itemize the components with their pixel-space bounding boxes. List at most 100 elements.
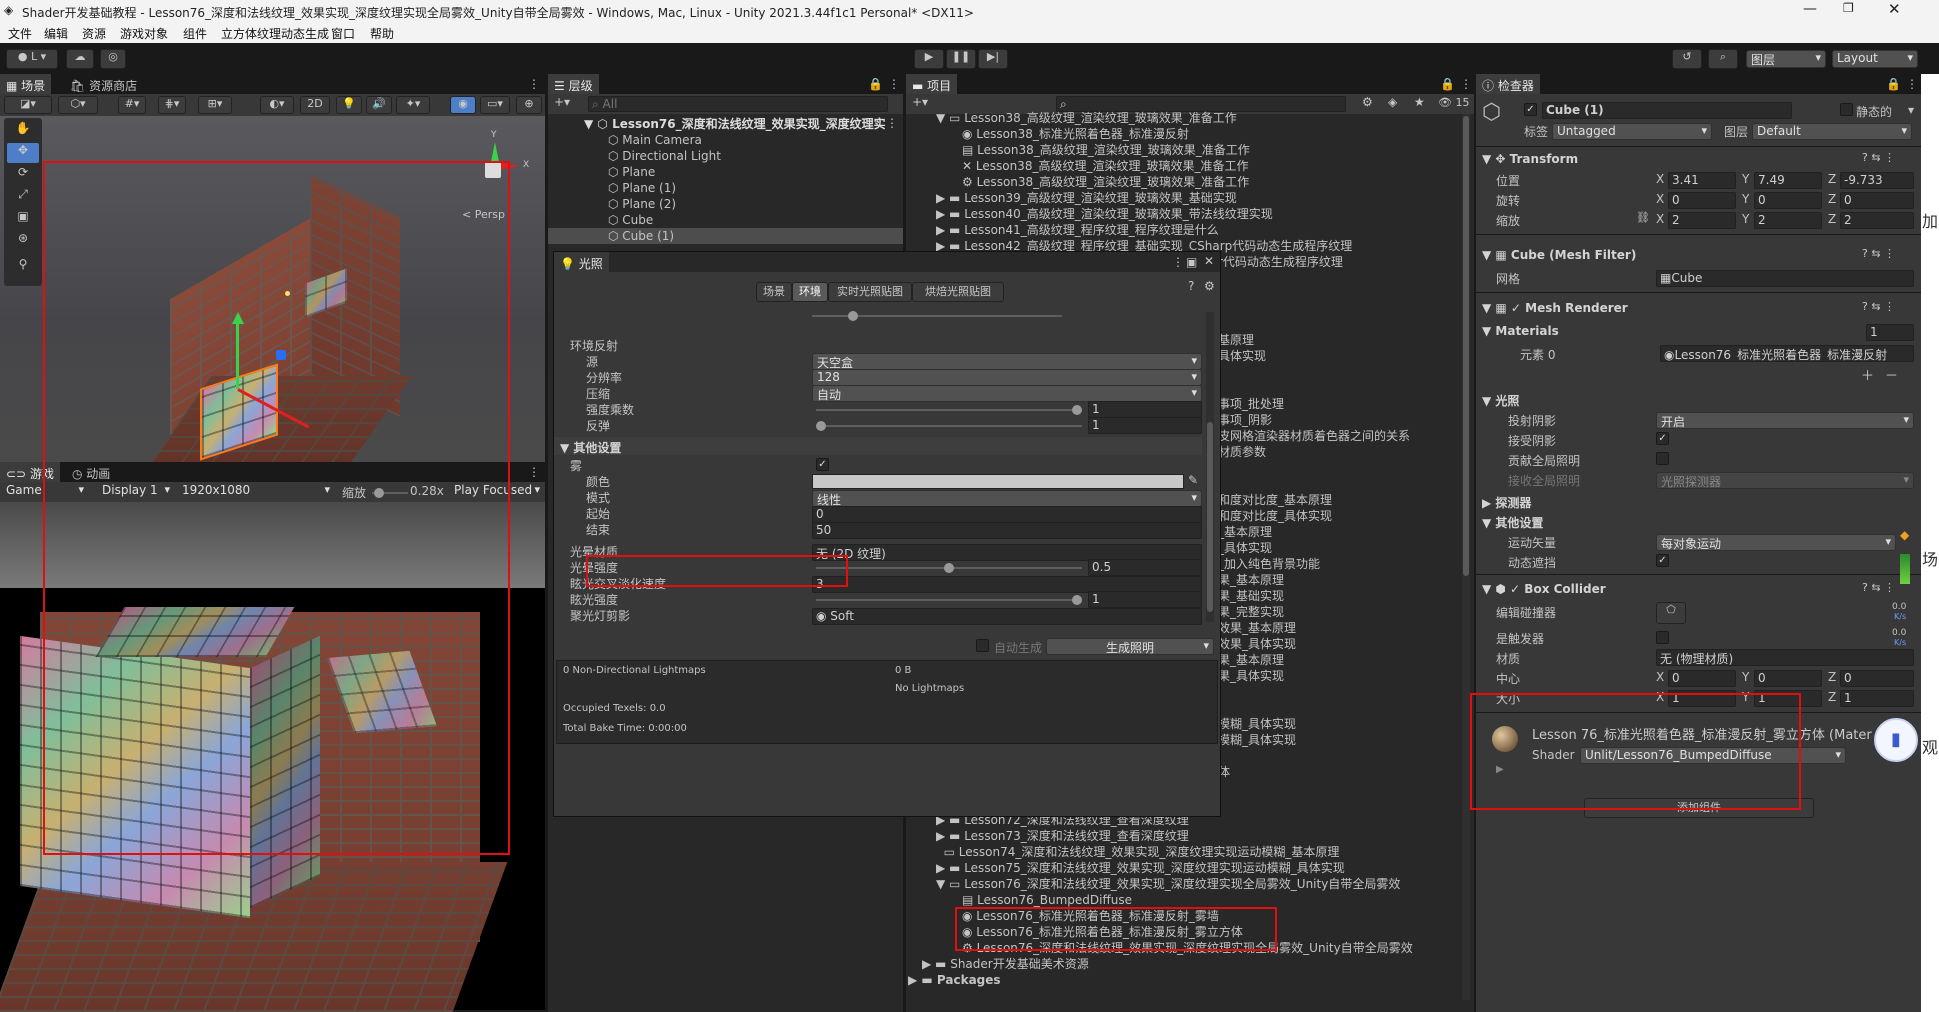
- tab-asset-store[interactable]: 🛍 资源商店: [64, 74, 143, 94]
- lighting-scrollbar-thumb[interactable]: [1207, 422, 1213, 612]
- close-icon[interactable]: ✕: [1888, 0, 1901, 18]
- project-folder[interactable]: 效果_具体实现: [1218, 636, 1296, 652]
- hierarchy-item[interactable]: ⬡ Plane (2): [608, 196, 676, 212]
- project-folder[interactable]: 果_基本原理: [1218, 572, 1284, 588]
- help-icon[interactable]: ?: [1188, 279, 1194, 293]
- rect-tool-icon[interactable]: ▣: [7, 209, 39, 229]
- mode-2d-button[interactable]: 2D: [300, 96, 330, 114]
- lighting-header[interactable]: ▼ 光照: [1482, 392, 1519, 409]
- cast-shadows-dropdown[interactable]: 开启: [1656, 412, 1914, 429]
- account-button[interactable]: ● L ▾: [6, 49, 58, 69]
- project-item[interactable]: ▤ Lesson76_BumpedDiffuse: [962, 892, 1132, 908]
- hierarchy-scene-root[interactable]: ▼ ⬡ Lesson76_深度和法线纹理_效果实现_深度纹理实: [584, 116, 886, 132]
- transform-header[interactable]: ▼ ✥ Transform: [1482, 152, 1578, 166]
- spot-cookie-field[interactable]: ◉ Soft: [812, 608, 1202, 625]
- bounces-slider-knob[interactable]: [816, 421, 826, 431]
- halo-strength-knob[interactable]: [944, 563, 954, 573]
- fog-end-field[interactable]: 50: [812, 522, 1202, 539]
- center-x[interactable]: 0: [1668, 670, 1736, 687]
- project-item[interactable]: ⚙ Lesson38_高级纹理_渲染纹理_玻璃效果_准备工作: [962, 174, 1249, 190]
- menu-component[interactable]: 组件: [183, 25, 207, 42]
- position-x[interactable]: 3.41: [1668, 172, 1736, 189]
- size-z[interactable]: 1: [1840, 690, 1914, 707]
- tab-hierarchy[interactable]: ☰ 层级: [548, 74, 599, 94]
- rotation-x[interactable]: 0: [1668, 192, 1736, 209]
- tab-realtime-lightmaps[interactable]: 实时光照贴图: [828, 282, 912, 302]
- visibility-icon[interactable]: ◉: [450, 96, 476, 114]
- project-folder[interactable]: ▶ ▬ Lesson75_深度和法线纹理_效果实现_深度纹理实现运动模糊_具体实…: [936, 860, 1345, 876]
- materials-header[interactable]: ▼ Materials: [1482, 324, 1559, 338]
- tab-lighting-scene[interactable]: 场景: [756, 282, 792, 302]
- lock-icon[interactable]: 🔒: [868, 77, 883, 91]
- add-material-icon[interactable]: ＋: [1861, 365, 1874, 384]
- position-y[interactable]: 7.49: [1754, 172, 1822, 189]
- project-folder[interactable]: ▶ ▬ Lesson41_高级纹理_程序纹理_程序纹理是什么: [936, 222, 1219, 238]
- increment-snap-icon[interactable]: ⋕▾: [158, 96, 186, 114]
- project-item[interactable]: ▼ ▭ Lesson38_高级纹理_渲染纹理_玻璃效果_准备工作: [936, 110, 1237, 126]
- intensity-slider-knob[interactable]: [1072, 405, 1082, 415]
- search-by-type-icon[interactable]: ⚙: [1362, 95, 1373, 109]
- hierarchy-item[interactable]: ⬡ Cube: [608, 212, 653, 228]
- grid-icon[interactable]: ⊞▾: [198, 96, 232, 114]
- flare-strength-field[interactable]: 1: [1088, 591, 1202, 608]
- is-trigger-checkbox[interactable]: [1656, 631, 1669, 644]
- project-folder[interactable]: 具体实现: [1218, 348, 1266, 364]
- project-lock-icon[interactable]: 🔒: [1440, 77, 1455, 91]
- tag-dropdown[interactable]: Untagged: [1552, 123, 1712, 140]
- remove-material-icon[interactable]: －: [1885, 365, 1898, 384]
- probes-header[interactable]: ▶ 探测器: [1482, 494, 1531, 511]
- object-name-field[interactable]: Cube (1): [1542, 102, 1792, 119]
- component-help-icon[interactable]: ? ⇆ ⋮: [1862, 151, 1895, 164]
- edit-collider-icon[interactable]: ⬠: [1656, 602, 1686, 624]
- materials-count[interactable]: 1: [1866, 324, 1914, 341]
- favorite-icon[interactable]: ★: [1414, 95, 1425, 109]
- static-dropdown-icon[interactable]: ▾: [1908, 103, 1914, 117]
- floating-assistant-icon[interactable]: ▮: [1874, 718, 1918, 762]
- cloud-icon[interactable]: ☁: [66, 49, 94, 69]
- more-icon[interactable]: ⋮: [528, 77, 540, 91]
- receive-gi-dropdown[interactable]: 光照探测器: [1656, 472, 1914, 489]
- component-help-icon[interactable]: ? ⇆ ⋮: [1862, 581, 1895, 594]
- flare-strength-slider[interactable]: [816, 595, 1082, 605]
- resolution-dropdown-lighting[interactable]: 128: [812, 369, 1202, 386]
- camera-icon[interactable]: ▭▾: [480, 96, 510, 114]
- lighting-close-icon[interactable]: ✕: [1204, 254, 1214, 268]
- scale-y[interactable]: 2: [1754, 212, 1822, 229]
- compression-dropdown[interactable]: 自动: [812, 385, 1202, 402]
- active-checkbox[interactable]: ✓: [1524, 103, 1537, 116]
- step-button[interactable]: ▶|: [978, 49, 1008, 69]
- hierarchy-item[interactable]: ⬡ Directional Light: [608, 148, 721, 164]
- project-item[interactable]: ▤ Lesson38_高级纹理_渲染纹理_玻璃效果_准备工作: [962, 142, 1250, 158]
- project-scrollbar[interactable]: [1462, 114, 1470, 1000]
- component-help-icon[interactable]: ? ⇆ ⋮: [1862, 300, 1895, 313]
- menu-cubemap[interactable]: 立方体纹理动态生成: [221, 25, 329, 42]
- component-help-icon[interactable]: ? ⇆ ⋮: [1862, 247, 1895, 260]
- add-icon[interactable]: +▾: [554, 95, 570, 109]
- scene-object-icon[interactable]: ⬡▾: [58, 96, 98, 114]
- search-icon[interactable]: ⌕: [1708, 49, 1738, 69]
- contribute-gi-checkbox[interactable]: [1656, 452, 1669, 465]
- custom-tool-icon[interactable]: ⚲: [7, 257, 39, 277]
- halo-strength-field[interactable]: 0.5: [1088, 559, 1202, 576]
- project-folder[interactable]: 果_具体实现: [1218, 668, 1284, 684]
- project-folder[interactable]: ▭ Lesson74_深度和法线纹理_效果实现_深度纹理实现运动模糊_基本原理: [936, 844, 1340, 860]
- project-folder[interactable]: 果_基础实现: [1218, 588, 1284, 604]
- scale-tool-icon[interactable]: ⤢: [7, 187, 39, 207]
- project-folder[interactable]: ▶ ▬ Lesson73_深度和法线纹理_查看深度纹理: [936, 828, 1189, 844]
- mesh-field[interactable]: ▦Cube: [1656, 270, 1914, 287]
- project-folder[interactable]: ▼ ▭ Lesson76_深度和法线纹理_效果实现_深度纹理实现全局雾效_Uni…: [936, 876, 1400, 892]
- audio-toggle-icon[interactable]: 🔊: [366, 96, 392, 114]
- menu-gameobject[interactable]: 游戏对象: [120, 25, 168, 42]
- auto-generate-checkbox[interactable]: [976, 639, 989, 652]
- project-folder[interactable]: 材质参数: [1218, 444, 1266, 460]
- mesh-filter-header[interactable]: ▼ ▦ Cube (Mesh Filter): [1482, 248, 1636, 262]
- project-folder[interactable]: ▶ ▬ Shader开发基础美术资源: [922, 956, 1089, 972]
- project-folder[interactable]: 皮网格渲染器材质着色器之间的关系: [1218, 428, 1410, 444]
- box-collider-header[interactable]: ▼ ⬢ ✓ Box Collider: [1482, 582, 1606, 596]
- bounces-field[interactable]: 1: [1088, 417, 1202, 434]
- fog-checkbox[interactable]: ✓: [816, 458, 829, 471]
- project-folder[interactable]: 事项_批处理: [1218, 396, 1284, 412]
- physics-material-field[interactable]: 无 (物理材质): [1656, 649, 1914, 666]
- halo-strength-slider[interactable]: [816, 563, 1082, 573]
- scale-x[interactable]: 2: [1668, 212, 1736, 229]
